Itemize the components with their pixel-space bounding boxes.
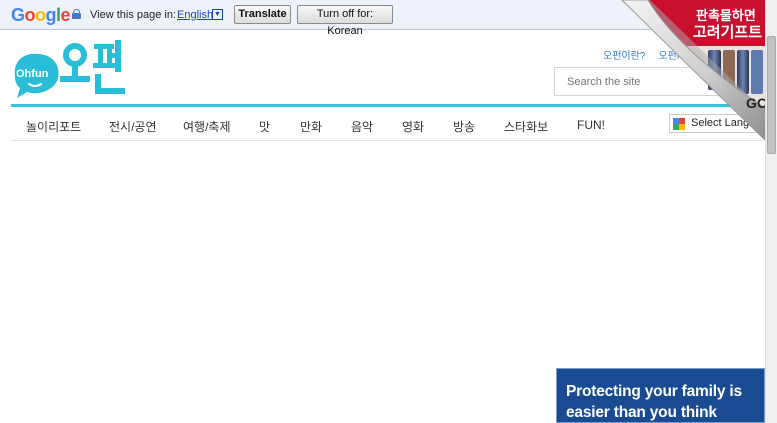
lock-icon [72,9,81,19]
bottom-ad-line-1: Protecting your family is [566,383,742,400]
corner-ad-go[interactable]: GO [746,95,765,111]
dropdown-arrow-icon[interactable]: ▼ [212,9,223,20]
nav-item-comics[interactable]: 만화 [300,118,322,135]
corner-peel-ad[interactable]: 판촉물하면 고려기프트 GO [618,0,765,140]
bottom-banner-ad[interactable]: Protecting your family is easier than yo… [556,368,765,423]
nav-item-music[interactable]: 음악 [351,118,373,135]
ohfun-logo[interactable]: Ohfun [11,38,129,100]
scrollbar-thumb[interactable] [767,36,776,154]
nav-item-fun[interactable]: FUN! [577,118,605,132]
nav-item-exhibition[interactable]: 전시/공연 [109,118,157,135]
bottom-ad-line-2: easier than you think [566,404,717,421]
corner-ad-text-2: 고려기프트 [693,24,763,41]
language-dropdown[interactable]: English [177,9,213,21]
svg-text:Ohfun: Ohfun [16,68,49,80]
nav-item-movies[interactable]: 영화 [402,118,424,135]
page: Google View this page in: English ▼ Tran… [0,0,777,423]
google-logo: Google [11,5,71,25]
nav-item-play-report[interactable]: 놀이리포트 [26,118,81,135]
turn-off-translate-button[interactable]: Turn off for: Korean [297,5,393,37]
translate-button[interactable]: Translate [234,5,291,24]
nav-item-star-photos[interactable]: 스타화보 [504,118,548,135]
nav-item-food[interactable]: 맛 [259,118,270,135]
nav-item-travel[interactable]: 여행/축제 [183,118,231,135]
vertical-scrollbar[interactable] [765,0,777,423]
nav-item-broadcast[interactable]: 방송 [453,118,475,135]
view-page-label: View this page in: [90,9,177,21]
